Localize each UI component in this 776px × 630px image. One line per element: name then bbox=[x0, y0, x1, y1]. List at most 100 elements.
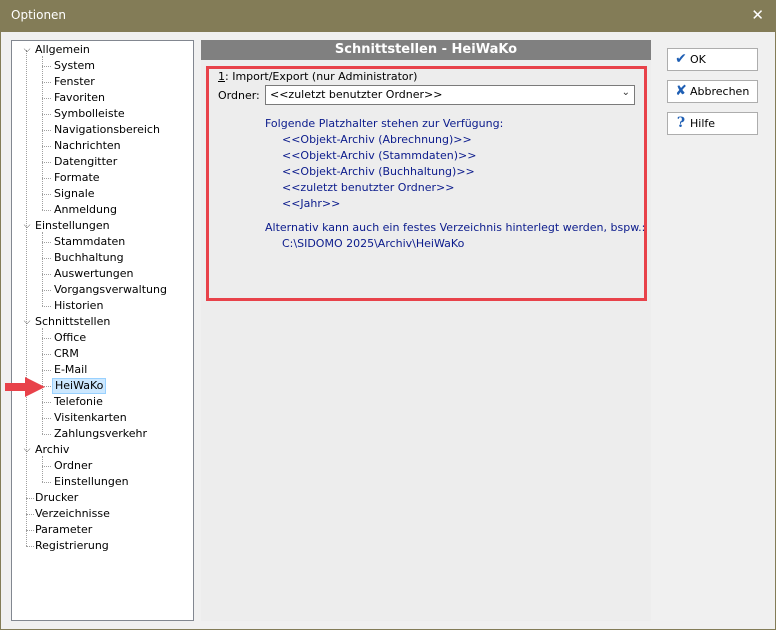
tree-child-node[interactable]: Visitenkarten bbox=[52, 410, 129, 426]
placeholder-item: <<zuletzt benutzter Ordner>> bbox=[282, 181, 455, 194]
tree-child-line bbox=[42, 456, 43, 482]
tree-child-node[interactable]: Stammdaten bbox=[52, 234, 127, 250]
tree-child-node[interactable]: Historien bbox=[52, 298, 105, 314]
tree-child-node[interactable]: Buchhaltung bbox=[52, 250, 126, 266]
tree-connector bbox=[42, 274, 51, 275]
tree-connector bbox=[42, 130, 51, 131]
tree-node[interactable]: Drucker bbox=[33, 490, 80, 506]
tree-node-label: Historien bbox=[54, 299, 104, 312]
tree-child-node[interactable]: System bbox=[52, 58, 97, 74]
tree-node[interactable]: Einstellungen bbox=[33, 218, 112, 234]
tree-node-label: Registrierung bbox=[35, 539, 109, 552]
tree-child-node[interactable]: Office bbox=[52, 330, 88, 346]
tree-connector bbox=[26, 546, 34, 547]
ordner-dropdown[interactable]: <<zuletzt benutzter Ordner>> ⌄ bbox=[265, 85, 635, 105]
tree-connector bbox=[42, 82, 51, 83]
tree-node[interactable]: Parameter bbox=[33, 522, 94, 538]
ok-button[interactable]: ✔ OK bbox=[667, 48, 758, 71]
tree-node[interactable]: Verzeichnisse bbox=[33, 506, 112, 522]
tree-child-node[interactable]: Navigationsbereich bbox=[52, 122, 162, 138]
tree-connector bbox=[26, 514, 34, 515]
ordner-dropdown-value: <<zuletzt benutzter Ordner>> bbox=[270, 88, 443, 101]
alternative-example: C:\SIDOMO 2025\Archiv\HeiWaKo bbox=[282, 237, 465, 250]
help-button[interactable]: ? Hilfe bbox=[667, 112, 758, 135]
chevron-down-icon[interactable]: ⌄ bbox=[622, 87, 630, 98]
tree-node-label: Einstellungen bbox=[54, 475, 129, 488]
tree-node-label: Telefonie bbox=[54, 395, 103, 408]
close-icon[interactable]: ✕ bbox=[751, 6, 764, 24]
tree-child-node[interactable]: Auswertungen bbox=[52, 266, 136, 282]
tree-child-node[interactable]: Anmeldung bbox=[52, 202, 119, 218]
tree-connector bbox=[42, 370, 51, 371]
tree-connector bbox=[26, 498, 34, 499]
tree-connector bbox=[42, 162, 51, 163]
tree-child-node[interactable]: Vorgangsverwaltung bbox=[52, 282, 169, 298]
tree-node-label: Ordner bbox=[54, 459, 93, 472]
tree-node-label: HeiWaKo bbox=[52, 378, 107, 394]
placeholder-item: <<Jahr>> bbox=[282, 197, 341, 210]
tree-child-node[interactable]: CRM bbox=[52, 346, 81, 362]
tree-node-label: Parameter bbox=[35, 523, 93, 536]
tree-connector bbox=[42, 482, 51, 483]
chevron-down-icon[interactable]: ⌵ bbox=[22, 42, 32, 58]
tree-node-label: Buchhaltung bbox=[54, 251, 124, 264]
group-title: 1: Import/Export (nur Administrator) bbox=[218, 70, 417, 83]
tree-node[interactable]: Archiv bbox=[33, 442, 71, 458]
import-export-group: 1: Import/Export (nur Administrator) Ord… bbox=[206, 66, 647, 301]
group-title-text: : Import/Export (nur Administrator) bbox=[225, 70, 418, 83]
tree-node-label: Einstellungen bbox=[35, 219, 110, 232]
alternative-intro: Alternativ kann auch ein festes Verzeich… bbox=[265, 221, 646, 234]
tree-connector bbox=[42, 146, 51, 147]
tree-child-node[interactable]: Telefonie bbox=[52, 394, 105, 410]
chevron-down-icon[interactable]: ⌵ bbox=[22, 442, 32, 458]
tree-connector bbox=[42, 338, 51, 339]
title-bar: Optionen ✕ bbox=[0, 0, 776, 32]
tree-child-node[interactable]: Fenster bbox=[52, 74, 97, 90]
tree-node-label: Vorgangsverwaltung bbox=[54, 283, 167, 296]
tree-child-node[interactable]: Signale bbox=[52, 186, 97, 202]
tree-node-label: Navigationsbereich bbox=[54, 123, 160, 136]
tree-connector bbox=[42, 98, 51, 99]
tree-child-node[interactable]: Einstellungen bbox=[52, 474, 131, 490]
tree-child-node[interactable]: Symbolleiste bbox=[52, 106, 127, 122]
tree-child-node[interactable]: E-Mail bbox=[52, 362, 89, 378]
tree-node[interactable]: Registrierung bbox=[33, 538, 111, 554]
tree-node-label: Signale bbox=[54, 187, 95, 200]
tree-connector bbox=[26, 530, 34, 531]
tree-node[interactable]: Schnittstellen bbox=[33, 314, 112, 330]
tree-child-node[interactable]: Nachrichten bbox=[52, 138, 123, 154]
placeholder-item: <<Objekt-Archiv (Abrechnung)>> bbox=[282, 133, 472, 146]
tree-node-label: Visitenkarten bbox=[54, 411, 127, 424]
checkmark-icon: ✔ bbox=[675, 51, 687, 67]
tree-connector bbox=[42, 418, 51, 419]
window-title: Optionen bbox=[11, 8, 67, 22]
tree-node-label: Favoriten bbox=[54, 91, 105, 104]
chevron-down-icon[interactable]: ⌵ bbox=[22, 218, 32, 234]
options-tree[interactable]: Allgemein ⌵ System Fenster Favoriten Symbolle… bbox=[11, 40, 194, 621]
tree-node-label: Datengitter bbox=[54, 155, 118, 168]
tree-child-node[interactable]: Favoriten bbox=[52, 90, 107, 106]
tree-child-node[interactable]: HeiWaKo bbox=[52, 378, 107, 394]
tree-child-node[interactable]: Ordner bbox=[52, 458, 94, 474]
tree-node-label: E-Mail bbox=[54, 363, 88, 376]
tree-node-label: Verzeichnisse bbox=[35, 507, 110, 520]
tree-connector bbox=[42, 466, 51, 467]
tree-child-node[interactable]: Formate bbox=[52, 170, 102, 186]
tree-node-label: Allgemein bbox=[35, 43, 90, 56]
cancel-x-icon: ✘ bbox=[675, 83, 687, 99]
tree-node-label: Nachrichten bbox=[54, 139, 121, 152]
tree-child-node[interactable]: Zahlungsverkehr bbox=[52, 426, 149, 442]
chevron-down-icon[interactable]: ⌵ bbox=[22, 314, 32, 330]
cancel-button[interactable]: ✘ Abbrechen bbox=[667, 80, 758, 103]
placeholder-item: <<Objekt-Archiv (Stammdaten)>> bbox=[282, 149, 477, 162]
tree-child-node[interactable]: Datengitter bbox=[52, 154, 119, 170]
tree-node-label: Archiv bbox=[35, 443, 70, 456]
tree-node-label: Schnittstellen bbox=[35, 315, 111, 328]
placeholders-intro: Folgende Platzhalter stehen zur Verfügun… bbox=[265, 117, 504, 130]
tree-node-label: CRM bbox=[54, 347, 79, 360]
help-button-label: Hilfe bbox=[690, 117, 716, 130]
group-title-key: 1 bbox=[218, 70, 225, 83]
tree-connector bbox=[42, 402, 51, 403]
tree-connector bbox=[42, 290, 51, 291]
cancel-button-label: Abbrechen bbox=[690, 85, 750, 98]
